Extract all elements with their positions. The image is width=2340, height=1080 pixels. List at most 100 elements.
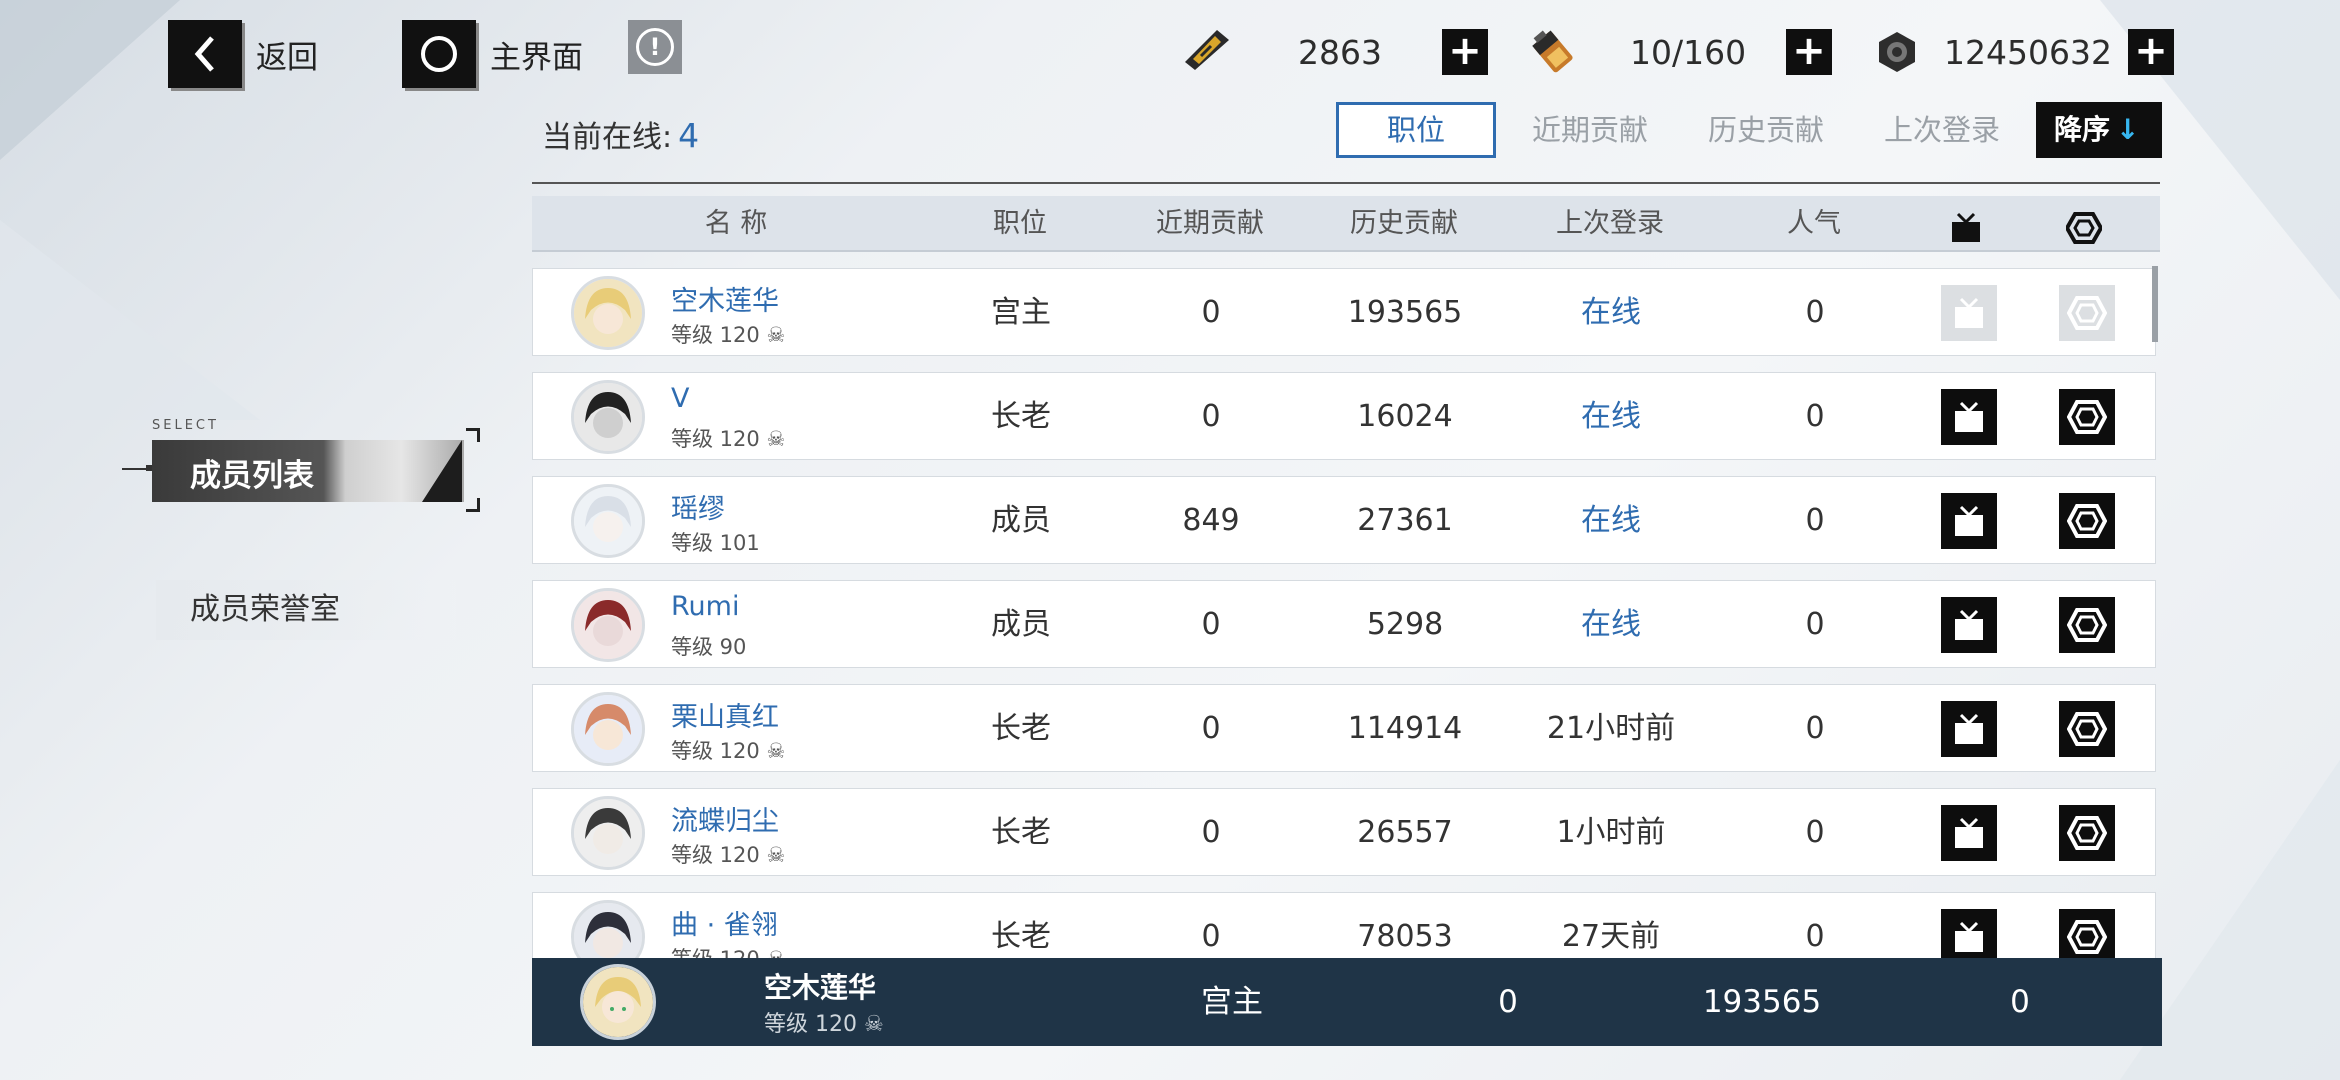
table-row[interactable]: 曲 · 雀翎 等级 120 ☠ 长老 0 78053 27天前 0: [532, 892, 2156, 958]
gift-button[interactable]: [1941, 805, 1997, 861]
member-name[interactable]: Rumi: [671, 591, 739, 622]
member-last-login: 21小时前: [1546, 711, 1676, 746]
member-level: 等级 90: [671, 635, 747, 659]
member-name[interactable]: 流蝶归尘: [671, 799, 779, 838]
sort-tab-last-login[interactable]: 上次登录: [1872, 102, 2012, 158]
menu-item-label: 成员列表: [190, 458, 314, 494]
visit-button[interactable]: [2059, 389, 2115, 445]
gift-button[interactable]: [1941, 285, 1997, 341]
menu-item-member-list[interactable]: 成员列表: [152, 440, 464, 502]
gift-button[interactable]: [1941, 701, 1997, 757]
member-name[interactable]: 曲 · 雀翎: [671, 903, 778, 942]
member-history: 26557: [1357, 815, 1453, 850]
table-row[interactable]: 栗山真红 等级 120 ☠ 长老 0 114914 21小时前 0: [532, 684, 2156, 772]
table-row[interactable]: V 等级 120 ☠ 长老 0 16024 在线 0: [532, 372, 2156, 460]
gift-button[interactable]: [1941, 909, 1997, 958]
visit-button[interactable]: [2059, 701, 2115, 757]
member-name[interactable]: 瑶缪: [671, 487, 725, 526]
table-row[interactable]: Rumi 等级 90 成员 0 5298 在线 0: [532, 580, 2156, 668]
gift-button[interactable]: [1941, 493, 1997, 549]
avatar[interactable]: [571, 588, 645, 662]
gift-icon: [1955, 921, 1983, 952]
visit-button[interactable]: [2059, 493, 2115, 549]
back-arrow-icon: [168, 20, 242, 88]
visit-button[interactable]: [2059, 805, 2115, 861]
header-history: 历史贡献: [1350, 208, 1458, 239]
self-popularity: 0: [2010, 984, 2030, 1020]
visit-button[interactable]: [2059, 909, 2115, 958]
skull-icon: ☠: [766, 427, 786, 451]
visit-button[interactable]: [2059, 285, 2115, 341]
visit-icon: [2067, 296, 2107, 330]
skull-icon: ☠: [766, 843, 786, 867]
member-popularity: 0: [1805, 503, 1825, 538]
header-popularity: 人气: [1787, 208, 1841, 239]
online-count: 当前在线: 4: [542, 112, 699, 156]
gift-button[interactable]: [1941, 597, 1997, 653]
sort-tab-recent[interactable]: 近期贡献: [1520, 102, 1660, 158]
sort-tab-history[interactable]: 历史贡献: [1696, 102, 1836, 158]
member-level: 等级 120 ☠: [671, 427, 786, 451]
add-ticket-button[interactable]: +: [1442, 29, 1488, 75]
member-level: 等级 120 ☠: [671, 843, 786, 867]
info-button[interactable]: !: [628, 20, 682, 74]
home-button[interactable]: 主界面: [402, 20, 583, 88]
back-label: 返回: [256, 39, 318, 76]
visit-icon: [2067, 608, 2107, 642]
member-level: 等级 120 ☠: [671, 739, 786, 763]
add-stamina-button[interactable]: +: [1786, 29, 1832, 75]
avatar[interactable]: [571, 692, 645, 766]
ticket-icon: [1180, 25, 1234, 79]
skull-icon: ☠: [766, 947, 785, 958]
member-popularity: 0: [1805, 607, 1825, 642]
visit-button[interactable]: [2059, 597, 2115, 653]
online-label: 当前在线:: [542, 120, 673, 155]
member-role: 成员: [991, 503, 1051, 538]
sort-order-button[interactable]: 降序 ↓: [2036, 102, 2162, 158]
bg-shape: [0, 0, 180, 160]
avatar[interactable]: [571, 380, 645, 454]
visit-icon: [2067, 712, 2107, 746]
select-tag: SELECT: [152, 418, 219, 433]
member-recent: 0: [1201, 919, 1221, 954]
avatar[interactable]: [571, 796, 645, 870]
member-name[interactable]: V: [671, 383, 689, 414]
table-row[interactable]: 流蝶归尘 等级 120 ☠ 长老 0 26557 1小时前 0: [532, 788, 2156, 876]
member-history: 16024: [1357, 399, 1453, 434]
add-coin-button[interactable]: +: [2128, 29, 2174, 75]
self-role: 宫主: [1201, 984, 1263, 1020]
gift-icon: [1955, 713, 1983, 744]
self-level: 等级 120 ☠: [764, 1012, 884, 1037]
member-name[interactable]: 空木莲华: [671, 279, 779, 318]
scrollbar[interactable]: [2152, 266, 2158, 342]
gift-button[interactable]: [1941, 389, 1997, 445]
sort-tab-role[interactable]: 职位: [1336, 102, 1496, 158]
member-history: 27361: [1357, 503, 1453, 538]
ticket-count: 2863: [1298, 32, 1382, 72]
header-name: 名 称: [704, 208, 768, 239]
coin-count: 12450632: [1944, 32, 2112, 72]
visit-icon: [2067, 816, 2107, 850]
avatar[interactable]: [571, 276, 645, 350]
bracket-decoration: [466, 428, 480, 442]
member-popularity: 0: [1805, 295, 1825, 330]
member-last-login: 在线: [1581, 295, 1641, 330]
exclamation-icon: !: [636, 28, 674, 66]
member-history: 5298: [1366, 607, 1444, 642]
menu-item-honor-room[interactable]: 成员荣誉室: [156, 580, 456, 640]
avatar[interactable]: [571, 484, 645, 558]
avatar[interactable]: [571, 900, 645, 958]
table-row[interactable]: 瑶缪 等级 101 成员 849 27361 在线 0: [532, 476, 2156, 564]
back-button[interactable]: 返回: [168, 20, 318, 88]
member-recent: 0: [1201, 607, 1221, 642]
resource-stamina: 10/160 +: [1526, 22, 1832, 82]
gift-icon: [1955, 401, 1983, 432]
self-recent: 0: [1498, 984, 1518, 1020]
table-row[interactable]: 空木莲华 等级 120 ☠ 宫主 0 193565 在线 0: [532, 268, 2156, 356]
member-role: 长老: [991, 399, 1051, 434]
member-popularity: 0: [1805, 399, 1825, 434]
member-name[interactable]: 栗山真红: [671, 695, 779, 734]
visit-icon: [2067, 504, 2107, 538]
arrow-down-icon: ↓: [2116, 113, 2140, 146]
member-level: 等级 120 ☠: [671, 323, 786, 347]
